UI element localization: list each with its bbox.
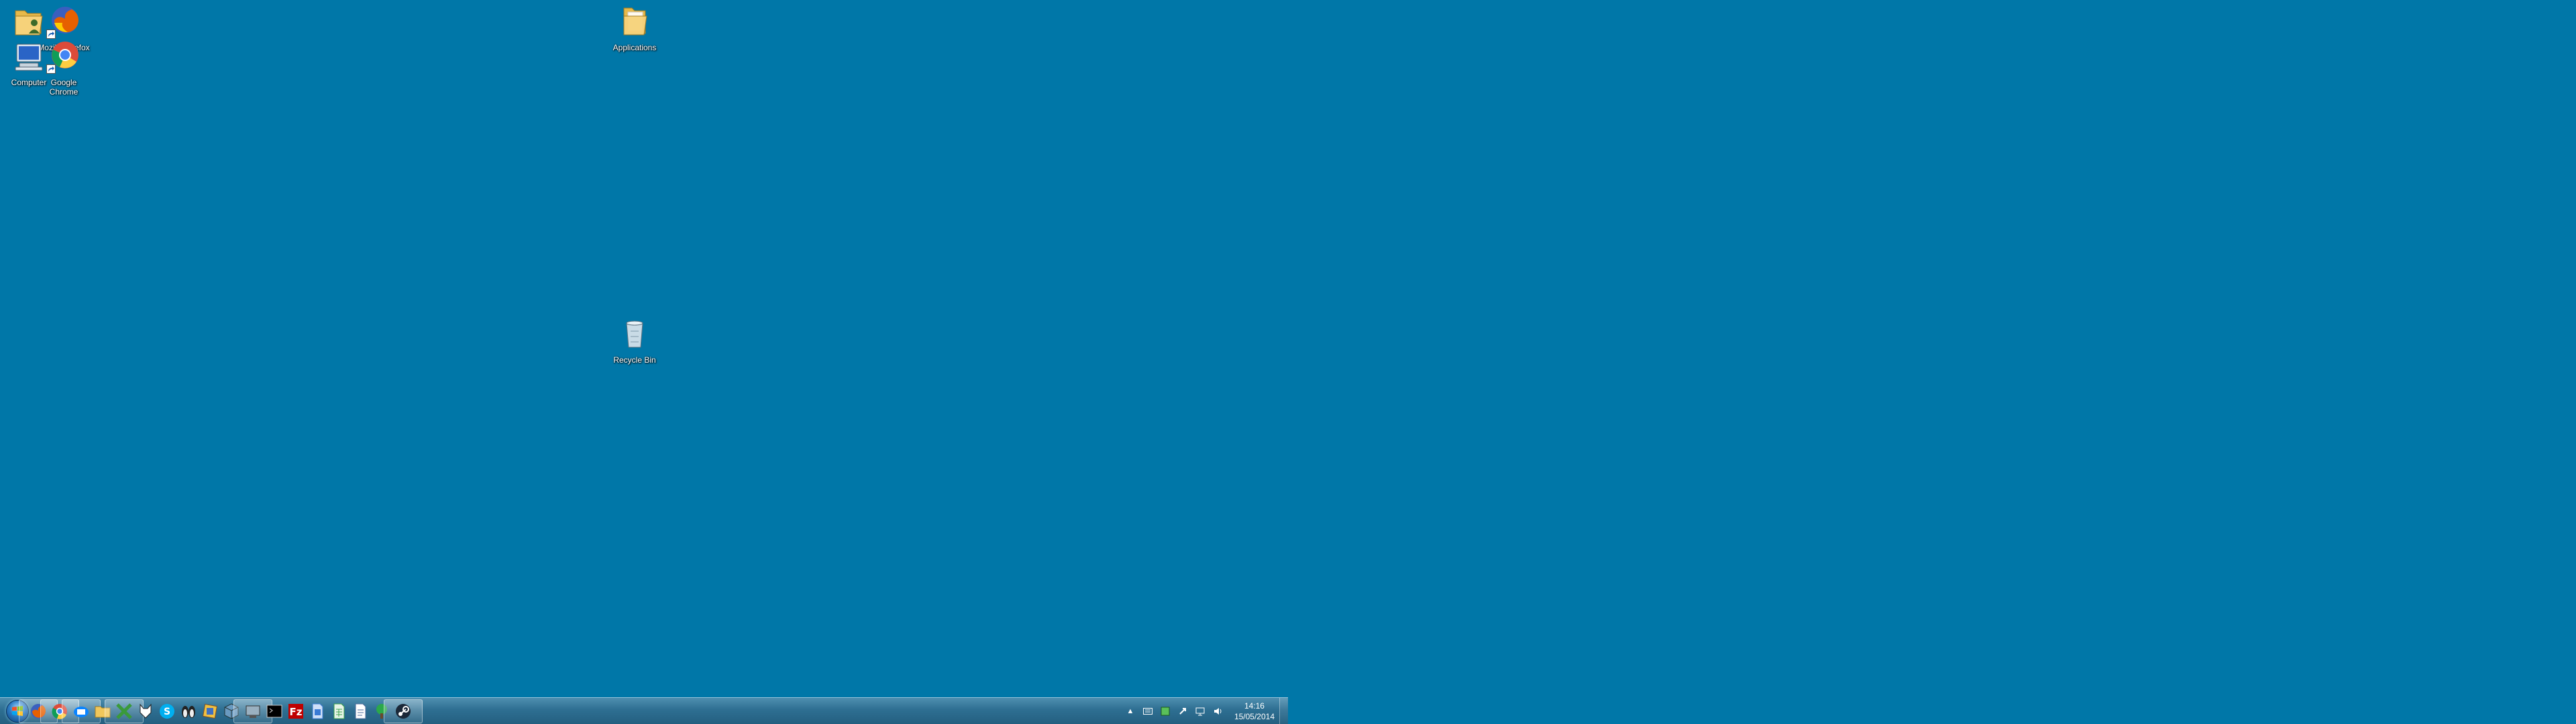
- show-hidden-icons-icon[interactable]: ▲: [1125, 706, 1136, 717]
- desktop-icon-recycle-bin[interactable]: Recycle Bin: [606, 315, 663, 365]
- desktop-icon-label: Recycle Bin: [613, 355, 656, 365]
- desktop-icon-applications[interactable]: Applications: [606, 3, 663, 52]
- volume-icon[interactable]: [1212, 706, 1223, 717]
- system-tray: ▲ 14:16 15/05/2014: [1122, 698, 1279, 724]
- desktop-icon-label: Google Chrome: [49, 78, 78, 97]
- taskbar-steam[interactable]: [384, 699, 423, 723]
- recycle-bin-icon: [616, 315, 653, 353]
- show-desktop-button[interactable]: [1279, 698, 1288, 724]
- keyboard-icon[interactable]: [1142, 706, 1153, 717]
- clock-date: 15/05/2014: [1234, 712, 1275, 721]
- desktop-left[interactable]: David Mozilla Firefox Computer: [0, 0, 1288, 724]
- chrome-icon: [45, 38, 83, 75]
- system-clock[interactable]: 14:16 15/05/2014: [1234, 701, 1275, 722]
- link-icon[interactable]: [1177, 706, 1188, 717]
- network-icon[interactable]: [1195, 706, 1205, 717]
- steam-icon: [396, 704, 411, 719]
- firefox-icon: [45, 3, 83, 40]
- green-app-icon[interactable]: [1160, 706, 1171, 717]
- shortcut-arrow-icon: [46, 64, 56, 74]
- desktop-icon-chrome[interactable]: Google Chrome: [35, 38, 93, 97]
- clock-time: 14:16: [1244, 701, 1265, 711]
- taskbar[interactable]: S Fz ▲ 14:16 15/05/2014: [0, 697, 1288, 724]
- folder-icon: [616, 3, 653, 40]
- desktop-right[interactable]: [1288, 0, 2576, 724]
- desktop-icon-label: Applications: [612, 43, 657, 52]
